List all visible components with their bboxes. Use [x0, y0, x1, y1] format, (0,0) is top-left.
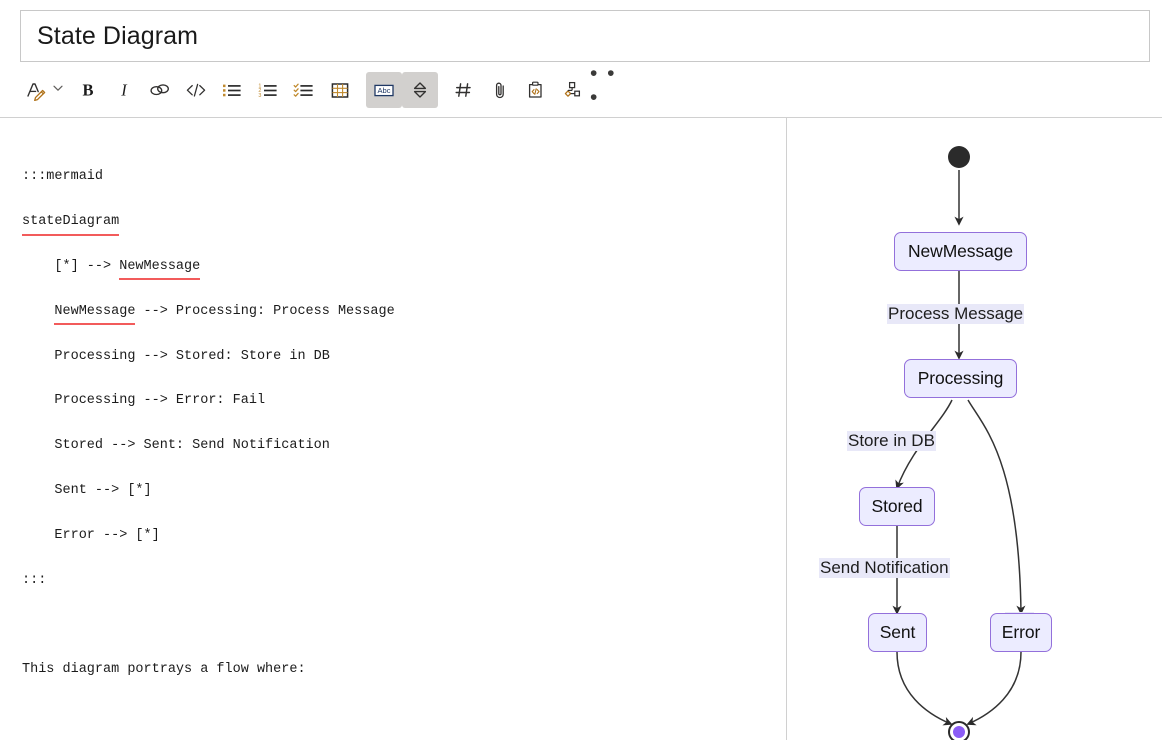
editor-blank-line-3 [22, 704, 766, 726]
misspelled-word-newmessage: NewMessage [119, 256, 201, 281]
state-node-label: Stored [871, 496, 923, 516]
bold-icon: B [77, 79, 99, 101]
attachment-icon [489, 79, 511, 101]
state-node-label: NewMessage [907, 241, 1014, 261]
insert-diagram-button[interactable] [554, 72, 590, 108]
code-line-text: Processing --> Stored: Store in DB [22, 348, 330, 364]
tag-button[interactable] [446, 72, 482, 108]
code-line: stateDiagram [22, 211, 766, 237]
edge-label-process-message: Process Message [887, 304, 1025, 324]
state-node-stored[interactable]: Stored [859, 487, 935, 526]
state-node-label: Sent [879, 622, 916, 642]
misspelled-word-newmessage-2: NewMessage [54, 301, 136, 326]
markdown-editor-pane[interactable]: :::mermaid stateDiagram [*] --> NewMessa… [0, 118, 786, 740]
paste-code-icon [524, 79, 548, 101]
code-line-text: Processing --> Error: Fail [22, 393, 266, 409]
svg-text:I: I [120, 81, 128, 100]
code-line: Stored --> Sent: Send Notification [22, 435, 766, 457]
code-line: Error --> [*] [22, 525, 766, 547]
svg-text:B: B [82, 81, 93, 100]
end-state-inner-dot [952, 725, 965, 738]
spellcheck-abc-icon: Abc [371, 79, 397, 101]
attach-file-button[interactable] [482, 72, 518, 108]
code-line-rest: --> Processing: Process Message [135, 303, 395, 319]
code-icon [184, 79, 208, 101]
code-line-prefix: [*] --> [22, 259, 120, 275]
formatting-toolbar: B I 1 2 3 Abc • • • [18, 62, 628, 112]
mermaid-code-block[interactable]: :::mermaid stateDiagram [*] --> NewMessa… [22, 144, 766, 637]
more-options-icon: • • • [590, 62, 617, 109]
state-node-sent[interactable]: Sent [868, 613, 927, 652]
code-line: ::: [22, 570, 766, 592]
font-color-button[interactable] [18, 72, 54, 108]
expand-collapse-button[interactable] [402, 72, 438, 108]
code-block-button[interactable] [178, 72, 214, 108]
spellcheck-button[interactable]: Abc [366, 72, 402, 108]
note-title-field[interactable]: State Diagram [20, 10, 1150, 62]
editor-blank-line [22, 637, 766, 659]
insert-table-button[interactable] [322, 72, 358, 108]
bold-button[interactable]: B [70, 72, 106, 108]
diagram-icon [560, 79, 584, 101]
note-title-text[interactable]: State Diagram [37, 22, 198, 51]
svg-text:Abc: Abc [377, 86, 390, 95]
edge-sent-to-end [896, 651, 953, 726]
note-editor-app: State Diagram B I 1 2 3 Abc • • •:::mer… [0, 0, 1162, 740]
paste-code-button[interactable] [518, 72, 554, 108]
state-node-processing[interactable]: Processing [904, 359, 1017, 398]
code-line: Processing --> Stored: Store in DB [22, 346, 766, 368]
code-line-text: Stored --> Sent: Send Notification [22, 438, 330, 454]
code-line-text: Error --> [*] [22, 527, 160, 543]
start-state-node [948, 146, 970, 168]
state-node-newmessage[interactable]: NewMessage [894, 232, 1027, 271]
misspelled-word-statediagram: stateDiagram [22, 211, 120, 237]
bulleted-list-button[interactable] [214, 72, 250, 108]
italic-icon: I [113, 79, 135, 101]
state-node-label: Processing [917, 368, 1004, 388]
diagram-edges [892, 170, 1026, 726]
numbered-list-icon: 1 2 3 [256, 79, 280, 101]
code-line: :::mermaid [22, 166, 766, 188]
expand-collapse-icon [409, 79, 431, 101]
edge-error-to-end [966, 651, 1022, 726]
editor-blank-line-2 [22, 682, 766, 704]
numbered-list-button[interactable]: 1 2 3 [250, 72, 286, 108]
link-icon [148, 79, 172, 101]
more-options-button[interactable]: • • • [590, 62, 628, 109]
font-color-icon [25, 79, 47, 101]
mermaid-state-diagram: NewMessage Process Message Processing St… [787, 118, 1162, 740]
prose-intro[interactable]: This diagram portrays a flow where: [22, 659, 766, 681]
italic-button[interactable]: I [106, 72, 142, 108]
svg-text:3: 3 [258, 93, 261, 99]
edge-processing-to-error [967, 399, 1026, 615]
code-line: [*] --> NewMessage [22, 256, 766, 281]
checklist-button[interactable] [286, 72, 322, 108]
hash-tag-icon [453, 79, 475, 101]
edge-label-store-in-db: Store in DB [847, 431, 936, 451]
diagram-preview-pane: NewMessage Process Message Processing St… [787, 118, 1162, 740]
prose-list[interactable]: 1. A new message starts the process. 2. … [22, 727, 766, 740]
code-line: NewMessage --> Processing: Process Messa… [22, 301, 766, 326]
code-line-text: ::: [22, 572, 47, 588]
insert-link-button[interactable] [142, 72, 178, 108]
state-node-label: Error [1001, 622, 1041, 642]
edge-label-send-notification: Send Notification [819, 558, 950, 578]
code-line: Processing --> Error: Fail [22, 390, 766, 412]
end-state-node [948, 721, 970, 740]
code-line-text: :::mermaid [22, 169, 104, 185]
state-node-error[interactable]: Error [990, 613, 1052, 652]
table-icon [328, 79, 352, 101]
code-line-text: Sent --> [*] [22, 483, 152, 499]
bulleted-list-icon [220, 79, 244, 101]
code-line-indent [22, 304, 54, 319]
code-line: Sent --> [*] [22, 480, 766, 502]
checklist-icon [292, 79, 316, 101]
